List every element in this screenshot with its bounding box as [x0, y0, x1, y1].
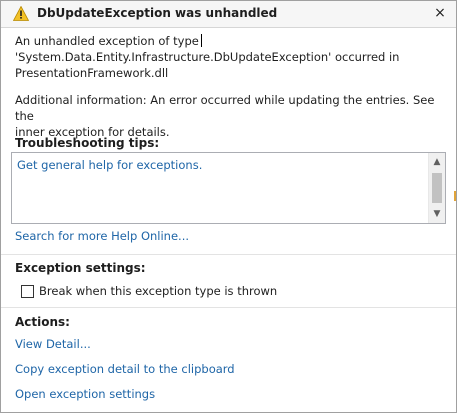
text-caret — [200, 34, 202, 47]
actions-heading: Actions: — [15, 315, 70, 329]
troubleshooting-heading: Troubleshooting tips: — [15, 136, 160, 150]
copy-exception-detail-link[interactable]: Copy exception detail to the clipboard — [15, 362, 235, 376]
exception-message: An unhandled exception of type 'System.D… — [15, 33, 435, 81]
title-bar: DbUpdateException was unhandled × — [1, 1, 456, 28]
message-line-3: PresentationFramework.dll — [15, 66, 169, 80]
break-when-thrown-checkbox[interactable] — [21, 285, 34, 298]
break-when-thrown-label[interactable]: Break when this exception type is thrown — [39, 284, 277, 298]
additional-information: Additional information: An error occurre… — [15, 92, 435, 140]
tips-scrollbar[interactable]: ▲ ▼ — [428, 153, 445, 223]
warning-icon — [13, 6, 29, 21]
troubleshooting-tips-list[interactable]: Get general help for exceptions. ▲ ▼ — [11, 152, 446, 224]
scroll-down-icon[interactable]: ▼ — [429, 207, 445, 221]
message-line-2: 'System.Data.Entity.Infrastructure.DbUpd… — [15, 50, 400, 64]
tip-link-general-help[interactable]: Get general help for exceptions. — [17, 158, 202, 172]
exception-helper-dialog: DbUpdateException was unhandled × An unh… — [0, 0, 457, 413]
open-exception-settings-link[interactable]: Open exception settings — [15, 387, 155, 401]
scroll-thumb[interactable] — [432, 173, 442, 203]
section-divider — [1, 254, 456, 255]
section-divider — [1, 307, 456, 308]
dialog-title: DbUpdateException was unhandled — [37, 6, 278, 20]
background-edge — [454, 191, 456, 201]
view-detail-link[interactable]: View Detail... — [15, 337, 91, 351]
additional-line-1: Additional information: An error occurre… — [15, 93, 435, 123]
scroll-up-icon[interactable]: ▲ — [429, 155, 445, 169]
exception-settings-heading: Exception settings: — [15, 261, 146, 275]
close-icon[interactable]: × — [432, 5, 448, 21]
search-help-online-link[interactable]: Search for more Help Online... — [15, 229, 189, 243]
message-line-1: An unhandled exception of type — [15, 34, 199, 48]
